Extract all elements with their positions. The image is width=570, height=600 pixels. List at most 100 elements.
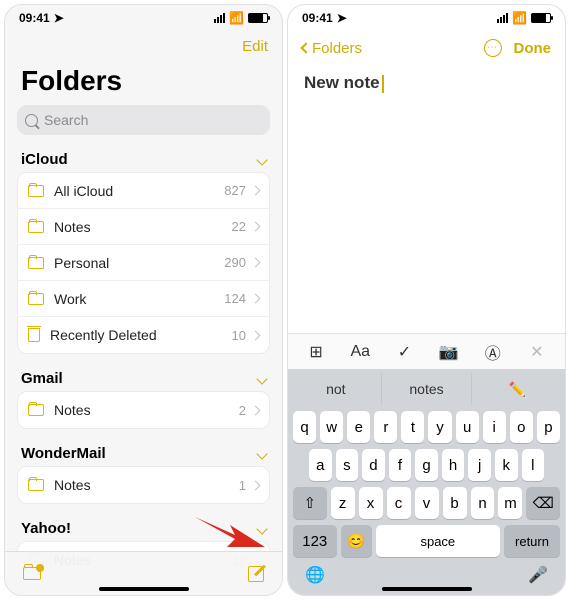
close-toolbar-icon[interactable]: ✕ <box>522 340 552 364</box>
key-o[interactable]: o <box>510 411 533 443</box>
chevron-right-icon <box>251 330 261 340</box>
key-q[interactable]: q <box>293 411 316 443</box>
section-title: WonderMail <box>21 445 106 462</box>
wifi-icon: 📶 <box>512 11 527 25</box>
key-h[interactable]: h <box>442 449 465 481</box>
key-s[interactable]: s <box>336 449 359 481</box>
folder-label: Notes <box>54 219 232 235</box>
key-g[interactable]: g <box>415 449 438 481</box>
chevron-down-icon <box>256 373 267 384</box>
chevron-right-icon <box>251 480 261 490</box>
note-editor-screen: 09:41➤ 📶 Folders ⋯ Done New note ⊞ Aa ✓ <box>287 4 566 596</box>
section-title: Gmail <box>21 370 63 387</box>
battery-icon <box>248 13 268 23</box>
key-x[interactable]: x <box>359 487 383 519</box>
key-t[interactable]: t <box>401 411 424 443</box>
key-u[interactable]: u <box>456 411 479 443</box>
suggestion[interactable]: not <box>291 373 382 405</box>
folder-label: Work <box>54 291 224 307</box>
backspace-key[interactable]: ⌫ <box>526 487 560 519</box>
keyboard: notnotes✏️ qwertyuiopasdfghjkl⇧zxcvbnm⌫ … <box>288 369 565 595</box>
suggestion[interactable]: ✏️ <box>472 373 562 405</box>
folder-row[interactable]: Notes22 <box>18 209 269 245</box>
home-indicator <box>382 587 472 591</box>
folders-scroll[interactable]: iCloudAll iCloud827Notes22Personal290Wor… <box>5 145 282 595</box>
folders-screen: 09:41➤ 📶 Edit Folders Search iCloudAll i… <box>4 4 283 596</box>
folder-row[interactable]: Personal290 <box>18 245 269 281</box>
chevron-down-icon <box>256 154 267 165</box>
nav-bar: Folders ⋯ Done <box>288 31 565 65</box>
folder-count: 10 <box>232 328 246 343</box>
space-key[interactable]: space <box>376 525 500 557</box>
search-placeholder: Search <box>44 112 88 128</box>
folder-icon <box>28 479 44 491</box>
shift-key[interactable]: ⇧ <box>293 487 327 519</box>
folder-list: Notes1 <box>17 466 270 504</box>
search-field[interactable]: Search <box>17 105 270 135</box>
folder-count: 124 <box>224 291 246 306</box>
return-key[interactable]: return <box>504 525 560 557</box>
folder-row[interactable]: All iCloud827 <box>18 173 269 209</box>
key-f[interactable]: f <box>389 449 412 481</box>
folder-label: Notes <box>54 477 239 493</box>
suggestion[interactable]: notes <box>382 373 473 405</box>
nav-bar: Edit <box>5 31 282 61</box>
compose-button[interactable] <box>248 566 264 582</box>
key-e[interactable]: e <box>347 411 370 443</box>
back-button[interactable]: Folders <box>302 40 362 57</box>
section-header[interactable]: Yahoo! <box>5 514 282 541</box>
chevron-left-icon <box>300 42 311 53</box>
dictation-key[interactable]: 🎤 <box>528 565 548 585</box>
key-n[interactable]: n <box>471 487 495 519</box>
markup-icon[interactable]: Ⓐ <box>478 340 508 364</box>
key-i[interactable]: i <box>483 411 506 443</box>
key-c[interactable]: c <box>387 487 411 519</box>
chevron-down-icon <box>256 523 267 534</box>
key-b[interactable]: b <box>443 487 467 519</box>
key-v[interactable]: v <box>415 487 439 519</box>
checklist-icon[interactable]: ✓ <box>389 340 419 364</box>
edit-button[interactable]: Edit <box>242 38 268 55</box>
more-button[interactable]: ⋯ <box>484 39 502 57</box>
key-w[interactable]: w <box>320 411 343 443</box>
note-body[interactable]: New note <box>288 65 565 333</box>
note-title: New note <box>304 73 380 93</box>
folder-row[interactable]: Notes2 <box>18 392 269 428</box>
folder-icon <box>28 185 44 197</box>
section-header[interactable]: WonderMail <box>5 439 282 466</box>
key-p[interactable]: p <box>537 411 560 443</box>
key-k[interactable]: k <box>495 449 518 481</box>
folder-icon <box>28 221 44 233</box>
chevron-right-icon <box>251 186 261 196</box>
suggestions-bar: notnotes✏️ <box>291 373 562 405</box>
done-button[interactable]: Done <box>514 40 552 57</box>
folder-label: Notes <box>54 402 239 418</box>
key-m[interactable]: m <box>498 487 522 519</box>
chevron-right-icon <box>251 405 261 415</box>
folder-label: Personal <box>54 255 224 271</box>
location-icon: ➤ <box>337 11 347 25</box>
globe-key[interactable]: 🌐 <box>305 565 325 585</box>
number-key[interactable]: 123 <box>293 525 337 557</box>
new-folder-button[interactable] <box>23 567 41 580</box>
keyboard-toolbar: ⊞ Aa ✓ 📷 Ⓐ ✕ <box>288 333 565 369</box>
table-icon[interactable]: ⊞ <box>301 340 331 364</box>
key-l[interactable]: l <box>522 449 545 481</box>
section-header[interactable]: Gmail <box>5 364 282 391</box>
textstyle-icon[interactable]: Aa <box>345 340 375 364</box>
cell-signal-icon <box>497 13 508 23</box>
key-j[interactable]: j <box>468 449 491 481</box>
key-d[interactable]: d <box>362 449 385 481</box>
folder-row[interactable]: Recently Deleted10 <box>18 317 269 353</box>
section-header[interactable]: iCloud <box>5 145 282 172</box>
key-z[interactable]: z <box>331 487 355 519</box>
key-r[interactable]: r <box>374 411 397 443</box>
chevron-right-icon <box>251 294 261 304</box>
folder-row[interactable]: Notes1 <box>18 467 269 503</box>
page-title: Folders <box>5 61 282 105</box>
camera-icon[interactable]: 📷 <box>434 340 464 364</box>
key-y[interactable]: y <box>428 411 451 443</box>
emoji-key[interactable]: 😊 <box>341 525 372 557</box>
key-a[interactable]: a <box>309 449 332 481</box>
folder-row[interactable]: Work124 <box>18 281 269 317</box>
